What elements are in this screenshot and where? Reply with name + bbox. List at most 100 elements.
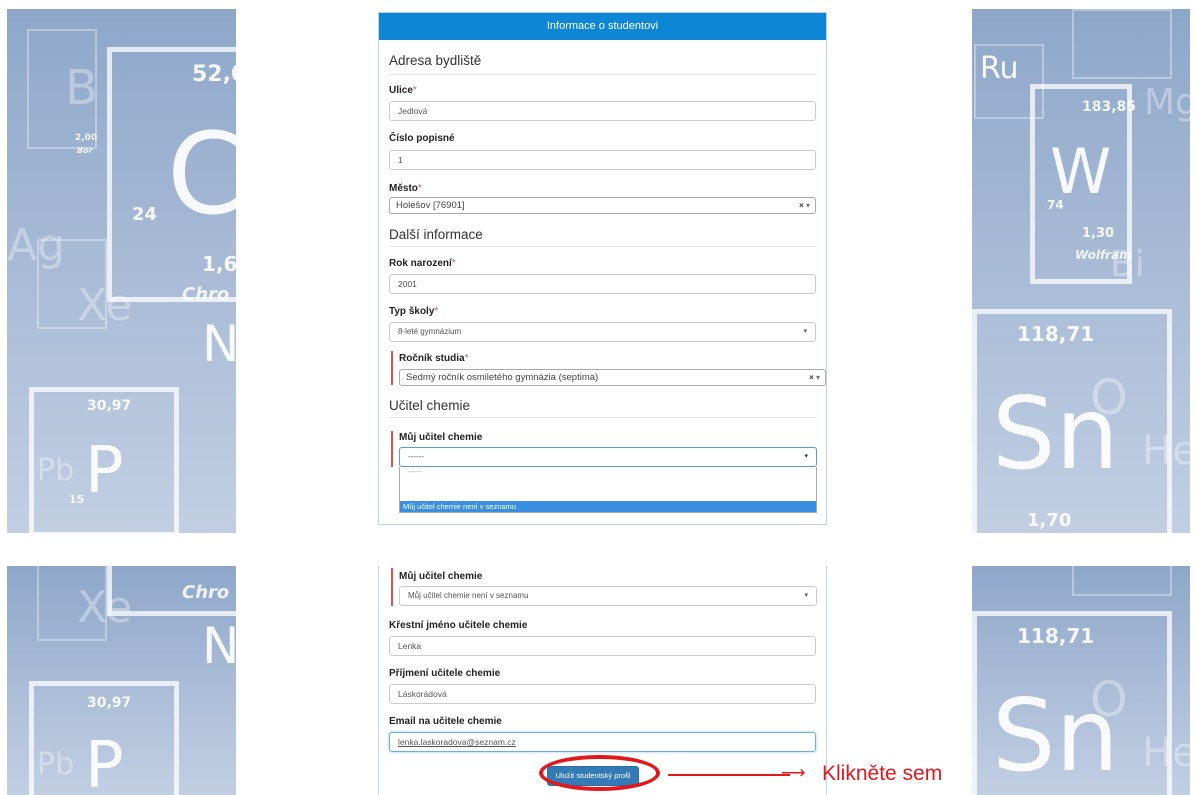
city-select[interactable]: Holešov [76901] × ▾ [389, 197, 816, 214]
atomic-mass: 30,97 [87, 695, 132, 711]
element-symbol: He [1142, 428, 1190, 474]
clear-icon[interactable]: × [809, 373, 814, 382]
select-controls: × ▾ [809, 370, 820, 385]
study-year-label: Ročník studia* [399, 353, 468, 364]
element-symbol: B [65, 60, 98, 116]
element-tile [1072, 9, 1172, 79]
element-symbol: N [202, 617, 236, 675]
dropdown-option-empty[interactable]: ------ [408, 469, 422, 476]
annotation-arrow-line [668, 774, 790, 776]
highlight-ellipse [539, 755, 660, 791]
section-title-address: Adresa bydliště [389, 53, 482, 68]
my-teacher-value: Můj učitel chemie není v seznamu [408, 591, 529, 600]
background-right-top: Ru W Sn O Bi He Mg 183,85 74 1,30 118,71… [972, 9, 1190, 533]
atomic-number: 15 [69, 493, 85, 506]
arrow-right-icon: ⟶ [781, 763, 806, 782]
teacher-email-label: Email na učitele chemie [389, 716, 502, 727]
teacher-first-name-input[interactable]: Lenka [389, 636, 816, 656]
element-symbol: O [1090, 672, 1128, 728]
city-label: Město* [389, 183, 422, 194]
chevron-down-icon: ▾ [805, 201, 810, 210]
school-type-label: Typ školy* [389, 306, 438, 317]
street-label-text: Ulice [389, 85, 413, 96]
teacher-last-name-input[interactable]: Láskorádová [389, 684, 816, 704]
atomic-mass: 30,97 [87, 398, 132, 414]
required-marker: * [417, 183, 422, 194]
atomic-mass: 118,71 [1017, 624, 1095, 648]
element-symbol: Mg [1144, 82, 1190, 123]
my-teacher-label: Můj učitel chemie [399, 571, 483, 582]
study-year-label-text: Ročník studia [399, 353, 465, 364]
chevron-down-icon: ▾ [803, 328, 807, 335]
section-title-more-info: Další informace [389, 227, 483, 242]
birth-year-label-text: Rok narození [389, 258, 452, 269]
birth-year-label: Rok narození* [389, 258, 456, 269]
element-symbol: P [85, 434, 124, 508]
element-symbol: Ag [7, 220, 66, 271]
element-name: Bor [77, 146, 93, 155]
element-symbol: Xe [77, 582, 133, 633]
element-symbol: P [85, 729, 124, 795]
element-symbol: C [167, 110, 236, 240]
birth-year-input[interactable]: 2001 [389, 274, 816, 294]
house-number-input[interactable]: 1 [389, 150, 816, 170]
atomic-mass: 2,00 [75, 133, 98, 143]
validation-bar [391, 431, 393, 467]
element-symbol: Xe [77, 280, 133, 331]
atomic-mass: 1,70 [1027, 510, 1072, 531]
atomic-mass: 1,30 [1082, 226, 1115, 241]
validation-bar [391, 351, 393, 385]
street-input[interactable]: Jedlová [389, 101, 816, 121]
element-name: Wolfram [1075, 248, 1132, 262]
study-year-value: Sedmý ročník osmiletého gymnázia (septim… [406, 372, 599, 383]
my-teacher-dropdown: ------ Můj učitel chemie není v seznamu [399, 467, 817, 513]
background-left-top: B C Ag Xe N P Pb 52,0 24 1,6 30,97 15 2,… [7, 9, 236, 533]
house-number-label: Číslo popisné [389, 133, 455, 144]
element-symbol: Ru [980, 51, 1019, 86]
element-symbol: W [1050, 135, 1112, 208]
validation-bar [391, 568, 393, 606]
chevron-down-icon: ▾ [804, 453, 808, 460]
atomic-number: 24 [132, 204, 158, 225]
my-teacher-label: Můj učitel chemie [399, 432, 483, 443]
study-year-select[interactable]: Sedmý ročník osmiletého gymnázia (septim… [399, 369, 826, 386]
panel-title: Informace o studentovi [379, 13, 826, 40]
required-marker: * [434, 306, 439, 317]
element-symbol: O [1090, 370, 1128, 426]
atomic-mass: 118,71 [1017, 322, 1095, 346]
atomic-number: 74 [1047, 198, 1064, 212]
city-select-value: Holešov [76901] [396, 200, 465, 211]
select-controls: × ▾ [799, 198, 810, 213]
element-name: Chro [182, 284, 230, 305]
clear-icon[interactable]: × [799, 201, 804, 210]
annotation-text: Klikněte sem [822, 762, 943, 785]
required-marker: * [464, 353, 469, 364]
teacher-first-name-label: Křestní jméno učitele chemie [389, 620, 528, 631]
my-teacher-select[interactable]: ------ ▾ [399, 447, 817, 467]
teacher-email-input[interactable]: lenka.laskoradova@seznam.cz [389, 732, 816, 752]
street-label: Ulice* [389, 85, 417, 96]
dropdown-option-not-listed[interactable]: Můj učitel chemie není v seznamu [400, 501, 816, 512]
city-label-text: Město [389, 183, 418, 194]
required-marker: * [451, 258, 456, 269]
element-tile [1072, 566, 1172, 596]
section-title-teacher: Učitel chemie [389, 398, 471, 413]
my-teacher-placeholder: ------ [408, 452, 424, 461]
section-divider [389, 246, 816, 247]
element-name: Chro [182, 582, 230, 603]
student-info-panel: Informace o studentovi Adresa bydliště U… [378, 12, 827, 525]
chevron-down-icon: ▾ [815, 373, 820, 382]
school-type-value: 8-leté gymnázium [398, 327, 462, 336]
atomic-mass: 183,85 [1082, 99, 1137, 115]
school-type-label-text: Typ školy [389, 306, 435, 317]
background-right-bottom: Sn O He 118,71 [972, 566, 1190, 795]
section-divider [389, 74, 816, 75]
atomic-mass: 52,0 [192, 62, 236, 87]
element-symbol: N [202, 315, 236, 373]
school-type-select[interactable]: 8-leté gymnázium ▾ [389, 322, 816, 342]
my-teacher-select[interactable]: Můj učitel chemie není v seznamu ▾ [399, 586, 817, 606]
background-left-bottom: Xe N P Pb 30,97 Chro [7, 566, 236, 795]
element-symbol: Pb [37, 747, 75, 782]
required-marker: * [412, 85, 417, 96]
element-symbol: He [1142, 730, 1190, 776]
